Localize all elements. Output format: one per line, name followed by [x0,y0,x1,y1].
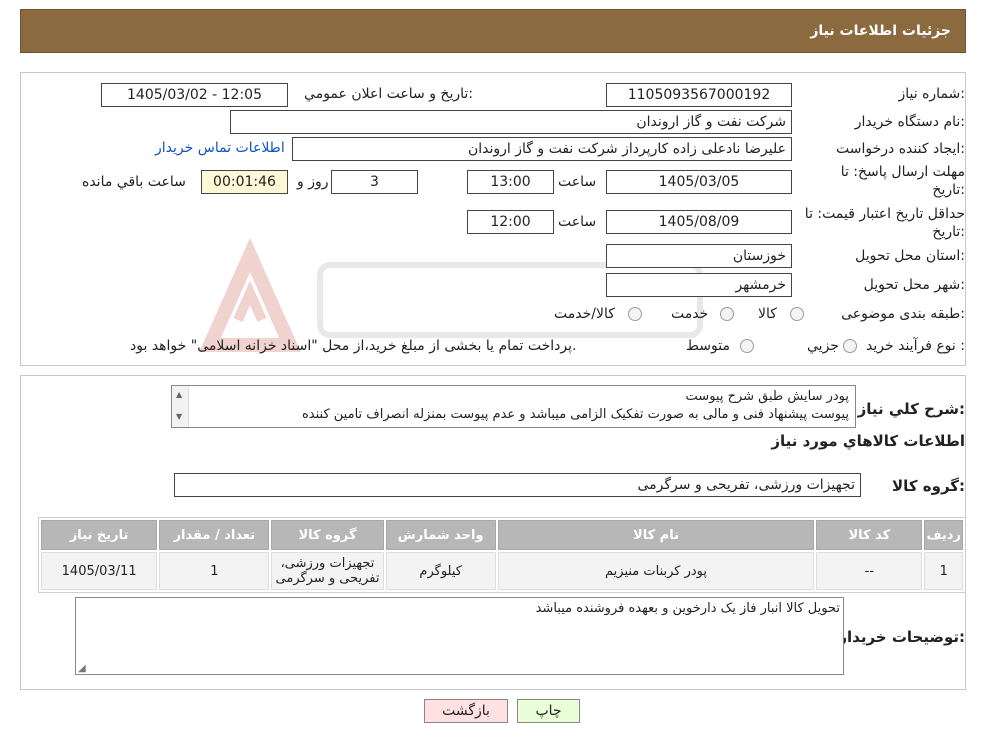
process-option-medium: متوسط [686,338,730,354]
process-note: پرداخت تمام يا بخشی از مبلغ خريد،از محل … [130,338,577,354]
cell-name: پودر کربنات منیزیم [497,552,815,590]
days-label: روز و [297,174,329,190]
summary-label: شرح کلي نياز: [857,400,965,418]
scroll-down-icon[interactable]: ▼ [176,412,182,421]
province-field: خوزستان [606,244,792,268]
buyer-notes-textarea[interactable]: تحویل کالا انبار فاز یک دارخوین و بعهده … [75,597,844,675]
items-heading: اطلاعات کالاهاي مورد نياز [771,432,965,450]
announce-date-label: تاریخ و ساعت اعلان عمومي: [304,86,473,102]
resize-handle-icon[interactable]: ◢ [78,663,86,674]
buyer-contact-link[interactable]: اطلاعات تماس خريدار [155,140,285,156]
header-code: کد کالا [816,520,923,550]
goods-group-label: گروه کالا: [892,477,965,495]
back-button[interactable]: بازگشت [424,699,508,723]
city-field: خرمشهر [606,273,792,297]
validity-time-label: ساعت [558,214,597,230]
process-type-label: نوع فرآيند خريد : [866,338,965,354]
scroll-up-icon[interactable]: ▲ [176,390,182,399]
buyer-org-label: نام دستگاه خريدار: [854,114,965,130]
table-row: 1 -- پودر کربنات منیزیم کیلوگرم تجهيزات … [41,552,963,590]
cell-row-number: 1 [924,552,963,590]
header-group: گروه کالا [271,520,384,550]
city-label: شهر محل تحويل: [863,277,965,293]
buyer-org-field: شرکت نفت و گاز اروندان [230,110,792,134]
announce-date-field: 1405/03/02 - 12:05 [101,83,288,107]
summary-scrollbar[interactable]: ▲ ▼ [172,386,189,427]
header-unit: واحد شمارش [385,520,496,550]
summary-textarea[interactable]: ▲ ▼ پودر سایش طبق شرح پیوست پیوست پیشنها… [171,385,856,428]
category-radio-goods[interactable] [790,307,804,321]
creator-label: ايجاد کننده درخواست: [836,141,965,157]
table-header-row: رديف کد کالا نام کالا واحد شمارش گروه کا… [41,520,963,550]
category-radio-goods-service[interactable] [628,307,642,321]
category-radio-service[interactable] [720,307,734,321]
cell-date: 1405/03/11 [41,552,158,590]
deadline-time-field: 13:00 [467,170,554,194]
buyer-notes-label: توضيحات خريدار: [838,628,965,646]
creator-field: عليرضا نادعلی زاده کارپرداز شرکت نفت و گ… [292,137,792,161]
category-option-goods-service: کالا/خدمت [554,306,615,322]
cell-group: تجهيزات ورزشی، تفريحی و سرگرمی [271,552,384,590]
header-quantity: تعداد / مقدار [159,520,270,550]
page-title: جزئیات اطلاعات نیاز [810,23,951,39]
header-date: تاريخ نياز [41,520,158,550]
cell-group-line-2: تفريحی و سرگرمی [275,571,380,586]
buyer-notes-text: تحویل کالا انبار فاز یک دارخوین و بعهده … [535,601,840,616]
items-table: رديف کد کالا نام کالا واحد شمارش گروه کا… [38,517,966,593]
goods-group-field: تجهيزات ورزشی، تفريحی و سرگرمی [174,473,861,497]
process-radio-medium[interactable] [740,339,754,353]
cell-quantity: 1 [159,552,270,590]
validity-label: حداقل تاريخ اعتبار قيمت: تا [804,206,965,222]
deadline-label: مهلت ارسال پاسخ: تا [840,164,965,180]
need-number-field: 1105093567000192 [606,83,792,107]
province-label: استان محل تحويل: [855,248,965,264]
validity-date-field: 1405/08/09 [606,210,792,234]
header-name: نام کالا [497,520,815,550]
remaining-days-field: 3 [331,170,418,194]
category-label: طبقه بندی موضوعی: [841,306,965,322]
category-option-goods: کالا [758,306,777,322]
remaining-label: ساعت باقي مانده [82,174,186,190]
header-row-number: رديف [924,520,963,550]
cell-code: -- [816,552,923,590]
validity-label-date: تاريخ: [932,224,965,240]
deadline-time-label: ساعت [558,174,597,190]
cell-group-line-1: تجهيزات ورزشی، [280,556,375,571]
print-button[interactable]: چاپ [517,699,580,723]
process-option-minor: جزيي [807,338,839,354]
cell-unit: کیلوگرم [385,552,496,590]
category-option-service: خدمت [671,306,709,322]
summary-line-2: پیوست پیشنهاد فنی و مالی به صورت تفکیک ا… [301,407,849,422]
deadline-date-field: 1405/03/05 [606,170,792,194]
validity-time-field: 12:00 [467,210,554,234]
remaining-time-field: 00:01:46 [201,170,288,194]
need-number-label: شماره نیاز: [898,86,965,102]
page-header: جزئیات اطلاعات نیاز [20,9,966,53]
process-radio-minor[interactable] [843,339,857,353]
deadline-label-date: تاريخ: [932,182,965,198]
summary-line-1: پودر سایش طبق شرح پیوست [685,389,849,404]
